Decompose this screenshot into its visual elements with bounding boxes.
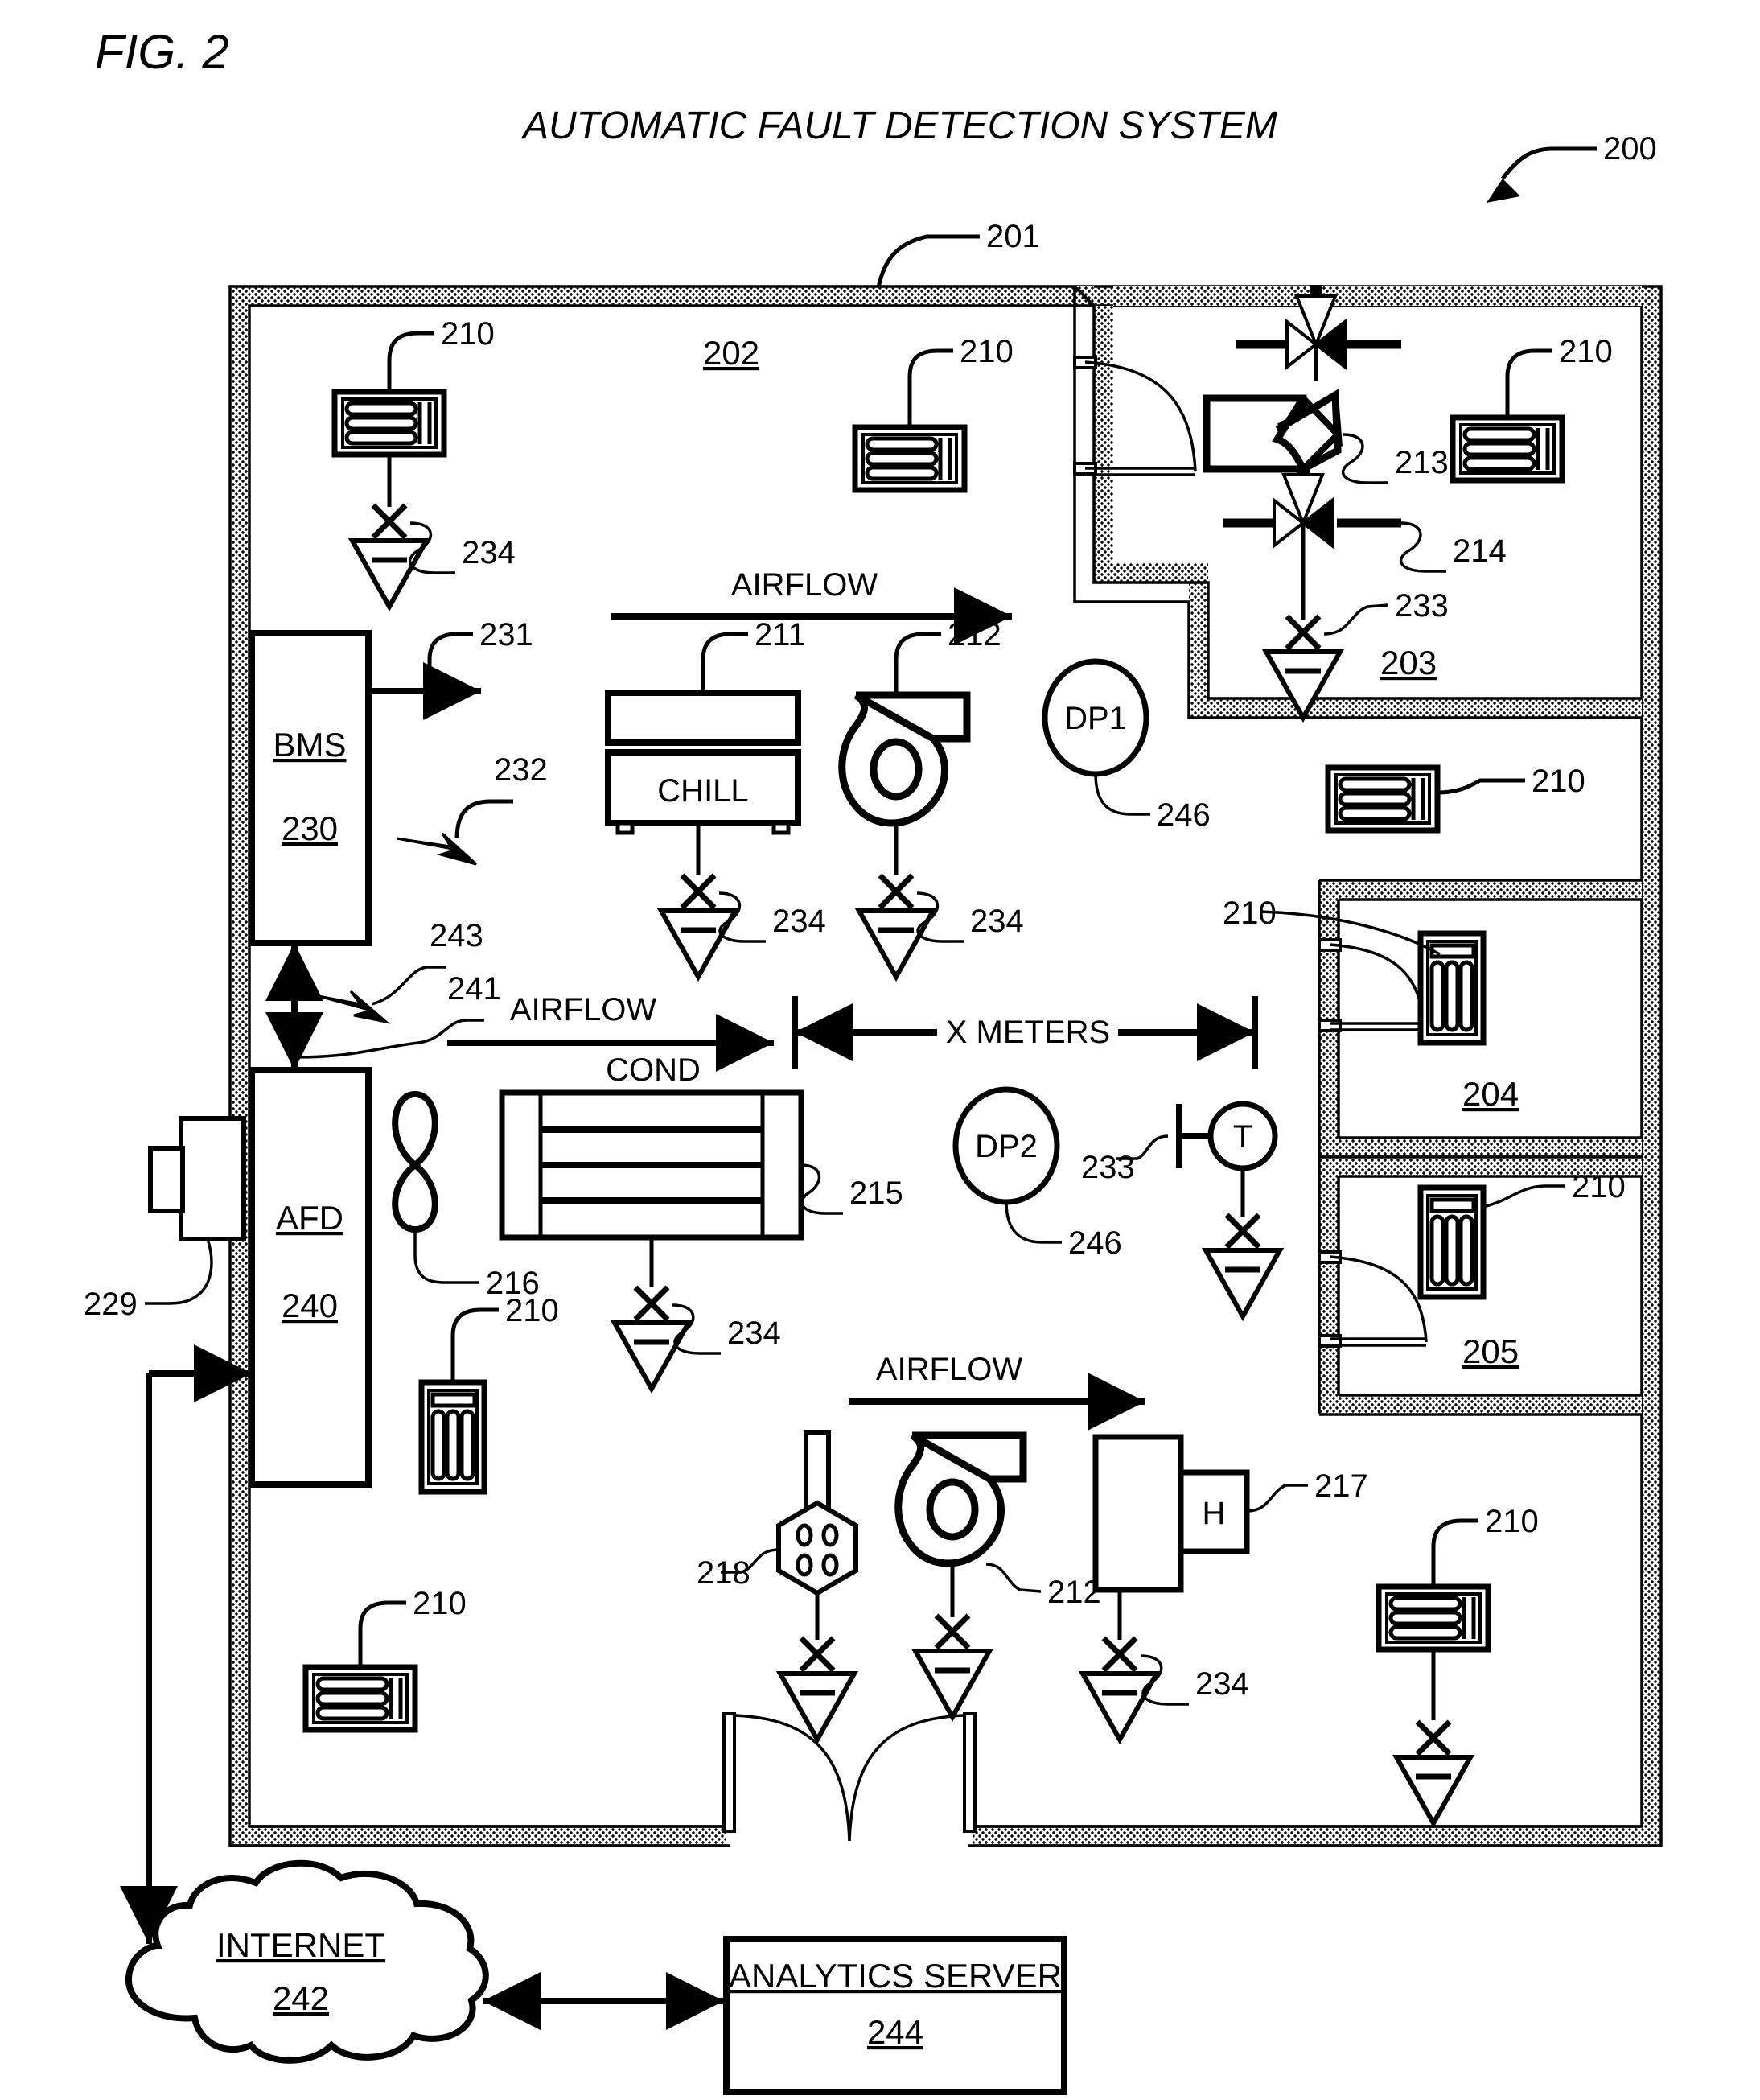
leader-200: [1487, 146, 1597, 203]
room-203-walls: [1073, 285, 1642, 719]
ref-218: 218: [697, 1555, 750, 1591]
airflow-label-bottom: AIRFLOW: [876, 1352, 1022, 1387]
sensor-chiller[interactable]: [661, 823, 766, 977]
bms-control-link-231: [368, 632, 481, 720]
ref-246-a: 246: [1157, 797, 1211, 833]
ref-234-c: 234: [970, 904, 1024, 939]
ref-229: 229: [84, 1287, 138, 1322]
ref-212-a: 212: [948, 617, 1001, 653]
afd-ref: 240: [282, 1287, 338, 1324]
sensor-top-left[interactable]: [352, 455, 455, 607]
ref-241: 241: [447, 971, 501, 1007]
bms-ref: 230: [282, 809, 338, 847]
afd-title: AFD: [276, 1199, 343, 1237]
ref-210-d: 210: [1532, 764, 1585, 799]
ref-231: 231: [479, 617, 533, 653]
diffuser-right-upper[interactable]: [1328, 768, 1525, 830]
ref-234-a: 234: [462, 535, 516, 570]
dp1-label: DP1: [1064, 701, 1127, 736]
ref-216: 216: [486, 1266, 540, 1301]
compressor-216[interactable]: [392, 1090, 479, 1284]
analytics-server-title: ANALYTICS SERVER: [729, 1957, 1062, 1995]
bms-title: BMS: [273, 726, 346, 764]
ref-210-i: 210: [1485, 1504, 1539, 1539]
temp-sensor-label: T: [1233, 1119, 1252, 1155]
humidifier-label: H: [1203, 1496, 1226, 1531]
ref-243: 243: [430, 918, 483, 953]
bms-wireless-link-232: [396, 799, 513, 866]
diffuser-top-mid[interactable]: [855, 348, 964, 490]
dp2-gauge[interactable]: DP2: [952, 1086, 1062, 1244]
ref-233-a: 233: [1395, 588, 1449, 624]
diffuser-room-205[interactable]: [1421, 1184, 1565, 1297]
condenser-coil-215[interactable]: [499, 1089, 843, 1241]
diffuser-room-203[interactable]: [1453, 348, 1562, 480]
afd-controller[interactable]: AFD 240: [249, 1067, 372, 1488]
leader-201: [875, 234, 980, 293]
ref-234-b: 234: [772, 904, 826, 939]
distance-label: X METERS: [946, 1015, 1110, 1050]
ref-213: 213: [1395, 445, 1449, 480]
internet-ref: 242: [273, 1979, 329, 2017]
ref-233-b: 233: [1081, 1150, 1135, 1185]
room-label-204: 204: [1462, 1075, 1519, 1113]
chiller-label: CHILL: [657, 773, 748, 809]
ref-217: 217: [1314, 1468, 1368, 1504]
airflow-label-top: AIRFLOW: [731, 567, 878, 603]
figure-canvas: FIG. 2 AUTOMATIC FAULT DETECTION SYSTEM …: [84, 25, 1663, 2095]
ref-214: 214: [1453, 533, 1507, 569]
supply-fan-bottom-212[interactable]: [899, 1435, 1042, 1717]
internet-title: INTERNET: [216, 1926, 385, 1964]
ref-211: 211: [755, 617, 806, 653]
chiller-coil-211[interactable]: CHILL: [605, 632, 801, 835]
space-label-202: 202: [703, 334, 759, 372]
ref-210-h: 210: [413, 1586, 467, 1621]
condenser-label: COND: [606, 1052, 701, 1088]
analytics-server-ref: 244: [867, 2013, 923, 2051]
ref-210-a: 210: [441, 316, 495, 352]
sensor-condenser[interactable]: [615, 1237, 721, 1389]
diffuser-left-lower[interactable]: [421, 1307, 499, 1492]
afd-wired-link-241: [294, 1019, 484, 1059]
ref-210-c: 210: [1559, 334, 1613, 369]
room-label-203: 203: [1380, 644, 1437, 681]
room-label-205: 205: [1462, 1332, 1519, 1370]
diffuser-bottom-right[interactable]: [1379, 1518, 1488, 1823]
bms-controller[interactable]: BMS 230: [249, 630, 372, 946]
internet-cloud[interactable]: INTERNET 242: [125, 1859, 489, 2064]
ref-201: 201: [986, 219, 1040, 254]
ref-200: 200: [1603, 131, 1657, 167]
ref-210-b: 210: [960, 334, 1014, 369]
diffuser-top-left[interactable]: [335, 331, 444, 455]
temperature-sensor[interactable]: T: [1116, 1101, 1280, 1316]
ref-210-e: 210: [1223, 896, 1277, 931]
figure-title: AUTOMATIC FAULT DETECTION SYSTEM: [520, 105, 1277, 147]
patent-figure-page: FIG. 2 AUTOMATIC FAULT DETECTION SYSTEM …: [0, 0, 1760, 2100]
ref-210-f: 210: [1572, 1169, 1626, 1204]
ref-246-b: 246: [1068, 1225, 1122, 1261]
distance-dimension: X METERS: [792, 996, 1258, 1069]
airflow-label-mid: AIRFLOW: [510, 992, 656, 1027]
ref-215: 215: [849, 1176, 903, 1211]
sensor-fan-top[interactable]: [859, 826, 964, 977]
diffuser-bottom-left[interactable]: [306, 1600, 415, 1730]
ref-234-e: 234: [1195, 1666, 1249, 1702]
supply-fan-top-212[interactable]: [842, 632, 967, 823]
ref-232: 232: [494, 752, 548, 788]
dp1-gauge[interactable]: DP1: [1042, 658, 1150, 816]
figure-label: FIG. 2: [95, 25, 229, 79]
analytics-server[interactable]: ANALYTICS SERVER 244: [723, 1936, 1067, 2095]
dp2-label: DP2: [975, 1129, 1038, 1164]
sensor-room-203[interactable]: [1266, 560, 1389, 718]
ref-234-d: 234: [727, 1316, 781, 1351]
